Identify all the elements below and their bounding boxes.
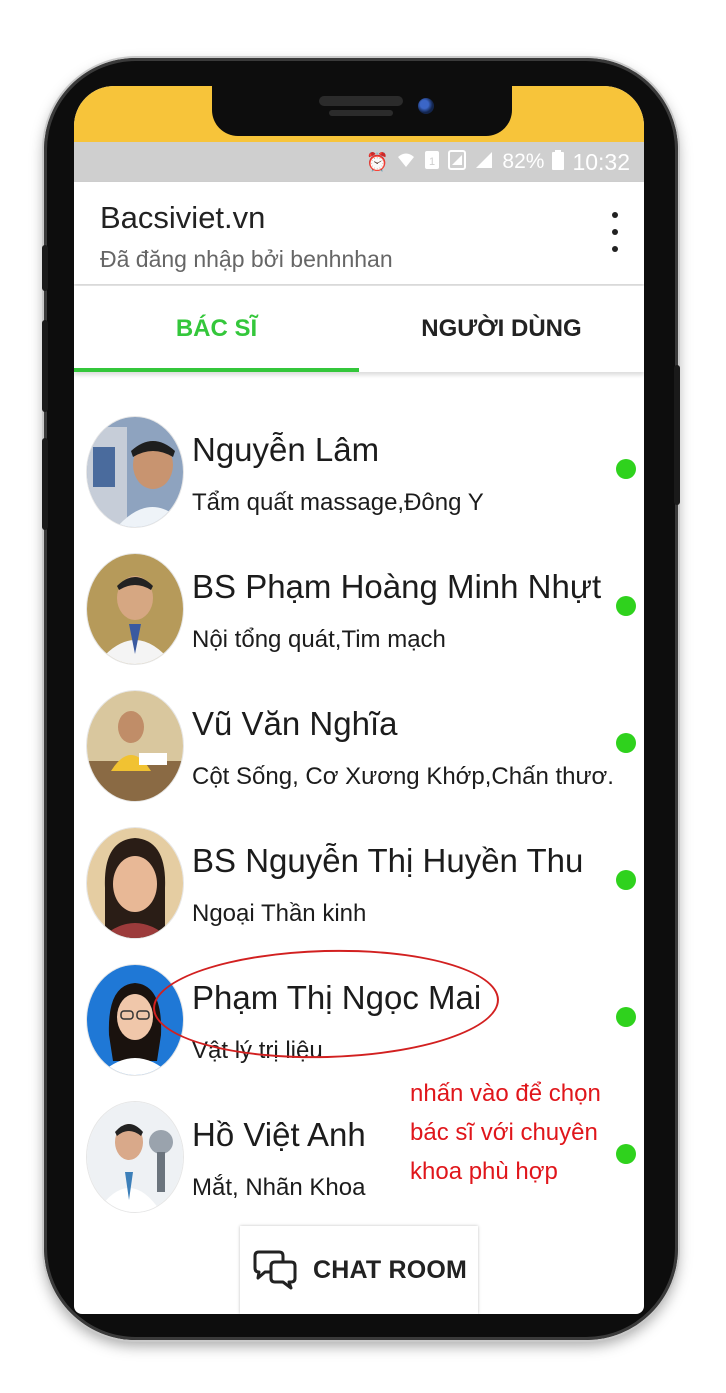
volume-down-button [42, 438, 48, 530]
doctor-specialty: Nội tổng quát,Tim mạch [192, 626, 446, 653]
tab-users-label: NGƯỜI DÙNG [421, 315, 582, 342]
avatar [86, 690, 184, 802]
doctor-specialty: Vật lý trị liệu [192, 1037, 323, 1064]
annotation-line: bác sĩ với chuyên [410, 1119, 598, 1146]
app-bar: Bacsiviet.vn Đã đăng nhập bởi benhnhan [74, 182, 644, 284]
battery-percent: 82% [502, 150, 545, 173]
doctor-name: BS Phạm Hoàng Minh Nhựt [192, 568, 602, 605]
signal-icon [474, 151, 494, 174]
more-vertical-icon[interactable] [606, 212, 624, 252]
online-status-dot [616, 596, 636, 616]
chat-room-button[interactable]: CHAT ROOM [240, 1226, 478, 1314]
alarm-icon: ⏰ [365, 151, 389, 172]
clock: 10:32 [572, 148, 630, 175]
doctor-name: Phạm Thị Ngọc Mai [192, 979, 482, 1016]
doctor-specialty: Ngoại Thần kinh [192, 900, 367, 927]
doctor-name: Hồ Việt Anh [192, 1116, 366, 1153]
list-item[interactable]: Vũ Văn Nghĩa Cột Sống, Cơ Xương Khớp,Chấ… [74, 685, 644, 822]
wifi-icon [396, 151, 416, 174]
list-item[interactable]: BS Nguyễn Thị Huyền Thu Ngoại Thần kinh [74, 822, 644, 959]
list-item[interactable]: Nguyễn Lâm Tẩm quất massage,Đông Y [74, 411, 644, 548]
tab-doctors-label: BÁC SĨ [175, 315, 258, 342]
online-status-dot [616, 870, 636, 890]
speaker-grille [319, 96, 403, 106]
tab-indicator [74, 368, 359, 372]
volume-up-button [42, 320, 48, 412]
avatar [86, 827, 184, 939]
tab-doctors[interactable]: BÁC SĨ [74, 286, 359, 372]
battery-icon [552, 149, 565, 175]
chat-room-label: CHAT ROOM [312, 1255, 468, 1284]
doctor-name: Nguyễn Lâm [192, 431, 380, 468]
chat-bubbles-icon [253, 1250, 297, 1290]
svg-text:1: 1 [429, 156, 435, 168]
avatar [86, 416, 184, 528]
annotation-line: nhấn vào để chọn [410, 1080, 601, 1107]
status-bar: ⏰ 1 82% 10:32 [74, 142, 644, 182]
avatar [86, 1101, 184, 1213]
tab-users[interactable]: NGƯỜI DÙNG [359, 286, 644, 372]
list-item[interactable]: BS Phạm Hoàng Minh Nhựt Nội tổng quát,Ti… [74, 548, 644, 685]
avatar [86, 964, 184, 1076]
tab-bar: BÁC SĨ NGƯỜI DÙNG [74, 286, 644, 372]
sim2-icon [448, 149, 467, 175]
phone-screen: ⏰ 1 82% 10:32 Bacsiviet.vn Đã đăng nhập … [74, 86, 644, 1314]
doctor-specialty: Cột Sống, Cơ Xương Khớp,Chấn thươ... [192, 763, 612, 790]
power-button [674, 365, 680, 505]
volume-button [42, 245, 48, 291]
doctor-name: BS Nguyễn Thị Huyền Thu [192, 842, 584, 879]
login-status: Đã đăng nhập bởi benhnhan [100, 246, 393, 272]
online-status-dot [616, 1007, 636, 1027]
app-title: Bacsiviet.vn [100, 200, 266, 235]
front-camera [418, 98, 434, 114]
online-status-dot [616, 459, 636, 479]
doctor-name: Vũ Văn Nghĩa [192, 705, 398, 742]
annotation-line: khoa phù hợp [410, 1158, 558, 1185]
doctor-specialty: Tẩm quất massage,Đông Y [192, 489, 484, 516]
sim-icon: 1 [424, 150, 440, 175]
speaker-grille-lower [329, 110, 393, 116]
online-status-dot [616, 733, 636, 753]
avatar [86, 553, 184, 665]
annotation-text: nhấn vào để chọn bác sĩ với chuyên khoa … [410, 1074, 642, 1191]
